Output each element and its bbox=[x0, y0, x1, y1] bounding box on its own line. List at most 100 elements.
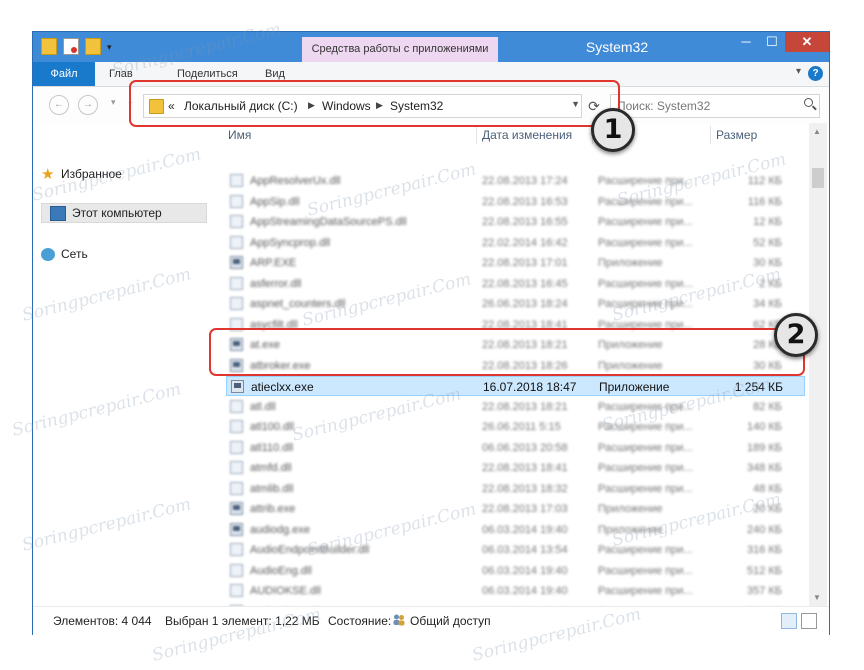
file-icon bbox=[230, 399, 243, 413]
back-button[interactable]: ← bbox=[49, 95, 69, 115]
file-type: Расширение при... bbox=[598, 400, 693, 413]
network-icon bbox=[41, 247, 55, 261]
file-icon bbox=[230, 481, 243, 495]
table-row[interactable]: aspnet_counters.dll 26.06.2013 18:24 Расши… bbox=[226, 294, 805, 314]
file-date: 16.07.2018 18:47 bbox=[483, 380, 577, 394]
file-size: 20 КБ bbox=[753, 503, 782, 515]
table-row[interactable]: AppSip.dll 22.08.2013 16:53 Расширение при… bbox=[226, 192, 805, 212]
file-icon bbox=[230, 543, 243, 556]
scroll-up-icon[interactable]: ▲ bbox=[813, 127, 821, 136]
nav-item-label: Этот компьютер bbox=[72, 206, 162, 220]
table-row[interactable]: AppResolverUx.dll 22.08.2013 17:24 Расшире… bbox=[226, 171, 805, 191]
new-folder-icon[interactable] bbox=[85, 38, 101, 55]
file-size: 12 КБ bbox=[753, 216, 782, 228]
table-row[interactable]: AppStreamingDataSourcePS.dll 22.08.2013 1… bbox=[226, 212, 805, 232]
minimize-button[interactable]: ─ bbox=[733, 32, 759, 52]
file-icon bbox=[230, 563, 243, 577]
nav-item-this-pc[interactable]: Этот компьютер bbox=[41, 203, 207, 223]
file-type: Расширение при... bbox=[598, 585, 693, 597]
file-date: 06.03.2014 19:40 bbox=[482, 564, 568, 577]
file-icon bbox=[230, 420, 243, 433]
file-size: 34 КБ bbox=[753, 298, 782, 310]
tab-file[interactable]: Файл bbox=[33, 62, 95, 86]
file-name: atl.dll bbox=[250, 400, 276, 413]
step-badge-2: 2 bbox=[774, 313, 818, 357]
file-type: Приложение bbox=[598, 257, 663, 269]
context-tab-application-tools[interactable]: Средства работы с приложениями bbox=[302, 37, 498, 62]
table-row[interactable]: AudioEndpointBuilder.dll 06.03.2014 13:54… bbox=[226, 540, 805, 560]
scroll-thumb[interactable] bbox=[812, 168, 824, 188]
file-icon bbox=[230, 194, 243, 208]
column-header-size[interactable]: Размер bbox=[716, 125, 757, 145]
table-row[interactable]: atmfd.dll 22.08.2013 18:41 Расширение при.… bbox=[226, 458, 805, 478]
file-type: Расширение при... bbox=[598, 462, 693, 474]
forward-button[interactable]: → bbox=[78, 95, 98, 115]
file-icon bbox=[230, 215, 243, 228]
file-type: Расширение при... bbox=[598, 564, 693, 577]
file-type: Расширение при... bbox=[598, 195, 693, 208]
file-date: 26.06.2013 18:24 bbox=[482, 298, 568, 310]
table-row[interactable]: AUDIOKSE.dll 06.03.2014 19:40 Расширение п… bbox=[226, 581, 805, 601]
file-date: 22.08.2013 17:03 bbox=[482, 503, 568, 515]
file-type: Расширение при... bbox=[598, 298, 693, 310]
properties-icon[interactable] bbox=[63, 38, 79, 55]
file-type: Расширение при... bbox=[598, 421, 693, 433]
column-divider[interactable] bbox=[476, 126, 477, 144]
search-box[interactable]: Поиск: System32 bbox=[610, 94, 820, 118]
file-date: 22.08.2013 18:21 bbox=[482, 400, 568, 413]
file-name: atieclxx.exe bbox=[251, 380, 314, 394]
table-row-selected[interactable]: atieclxx.exe 16.07.2018 18:47 Приложение 1 … bbox=[226, 376, 805, 396]
file-date: 22.08.2013 17:24 bbox=[482, 175, 568, 187]
large-icons-view-icon[interactable] bbox=[801, 613, 817, 629]
customize-toolbar-icon[interactable]: ▾ bbox=[107, 42, 115, 52]
step-badge-1: 1 bbox=[591, 108, 635, 152]
table-row[interactable]: atl100.dll 26.06.2011 5:15 Расширение при.… bbox=[226, 417, 805, 437]
file-name: ARP.EXE bbox=[250, 257, 297, 269]
exe-icon bbox=[231, 380, 244, 393]
column-divider[interactable] bbox=[710, 126, 711, 144]
file-type: Расширение при... bbox=[598, 482, 693, 495]
file-name: AudioEndpointBuilder.dll bbox=[250, 544, 370, 556]
file-date: 06.03.2014 19:40 bbox=[482, 523, 568, 536]
table-row[interactable]: atmlib.dll 22.08.2013 18:32 Расширение при… bbox=[226, 479, 805, 499]
navigation-pane: ★ Избранное Этот компьютер Сеть bbox=[33, 123, 209, 606]
search-input[interactable]: Поиск: System32 bbox=[617, 99, 710, 113]
folder-icon[interactable] bbox=[41, 38, 57, 55]
help-icon[interactable]: ? bbox=[808, 66, 823, 81]
table-row[interactable]: asferror.dll 22.08.2013 16:45 Расширение п… bbox=[226, 274, 805, 294]
nav-item-label: Сеть bbox=[61, 247, 88, 261]
table-row[interactable]: AudioEng.dll 06.03.2014 19:40 Расширение п… bbox=[226, 561, 805, 581]
star-icon: ★ bbox=[41, 165, 55, 183]
file-date: 22.08.2013 16:55 bbox=[482, 216, 568, 228]
exe-icon bbox=[230, 502, 243, 515]
table-row[interactable]: atl.dll 22.08.2013 18:21 Расширение при...… bbox=[226, 397, 805, 417]
table-row[interactable]: audiodg.exe 06.03.2014 19:40 Приложение 240… bbox=[226, 520, 805, 540]
state-value: Общий доступ bbox=[410, 614, 491, 628]
vertical-scrollbar[interactable]: ▲ ▼ bbox=[809, 123, 827, 606]
file-date: 06.03.2014 19:40 bbox=[482, 585, 568, 597]
recent-locations-icon[interactable]: ▾ bbox=[111, 97, 116, 108]
nav-item-network[interactable]: Сеть bbox=[41, 244, 88, 264]
maximize-button[interactable]: ☐ bbox=[759, 32, 785, 52]
scroll-down-icon[interactable]: ▼ bbox=[813, 593, 821, 602]
search-icon[interactable] bbox=[804, 98, 813, 107]
file-name: AppResolverUx.dll bbox=[250, 175, 341, 187]
exe-icon bbox=[230, 256, 243, 269]
file-name: atl110.dll bbox=[250, 441, 294, 454]
details-view-icon[interactable] bbox=[781, 613, 797, 629]
nav-item-favorites[interactable]: ★ Избранное bbox=[41, 164, 122, 184]
table-row[interactable]: attrib.exe 22.08.2013 17:03 Приложение 20 К… bbox=[226, 499, 805, 519]
file-size: 2 КБ bbox=[759, 277, 782, 290]
close-button[interactable]: ✕ bbox=[785, 32, 829, 52]
file-type: Расширение при... bbox=[598, 175, 693, 187]
table-row[interactable]: atl110.dll 06.06.2013 20:58 Расширение при… bbox=[226, 438, 805, 458]
table-row[interactable]: AppSyncprop.dll 22.02.2014 16:42 Расширени… bbox=[226, 233, 805, 253]
column-header-name[interactable]: Имя bbox=[228, 125, 251, 145]
file-size: 240 КБ bbox=[746, 523, 782, 536]
ribbon-expand-icon[interactable]: ▾ bbox=[796, 66, 801, 77]
column-header-date[interactable]: Дата изменения bbox=[482, 125, 572, 145]
file-size: 189 КБ bbox=[746, 441, 782, 454]
quick-access-toolbar: ▾ bbox=[41, 38, 115, 55]
table-row[interactable]: ARP.EXE 22.08.2013 17:01 Приложение 30 КБ bbox=[226, 253, 805, 273]
file-size: 112 КБ bbox=[747, 175, 782, 187]
